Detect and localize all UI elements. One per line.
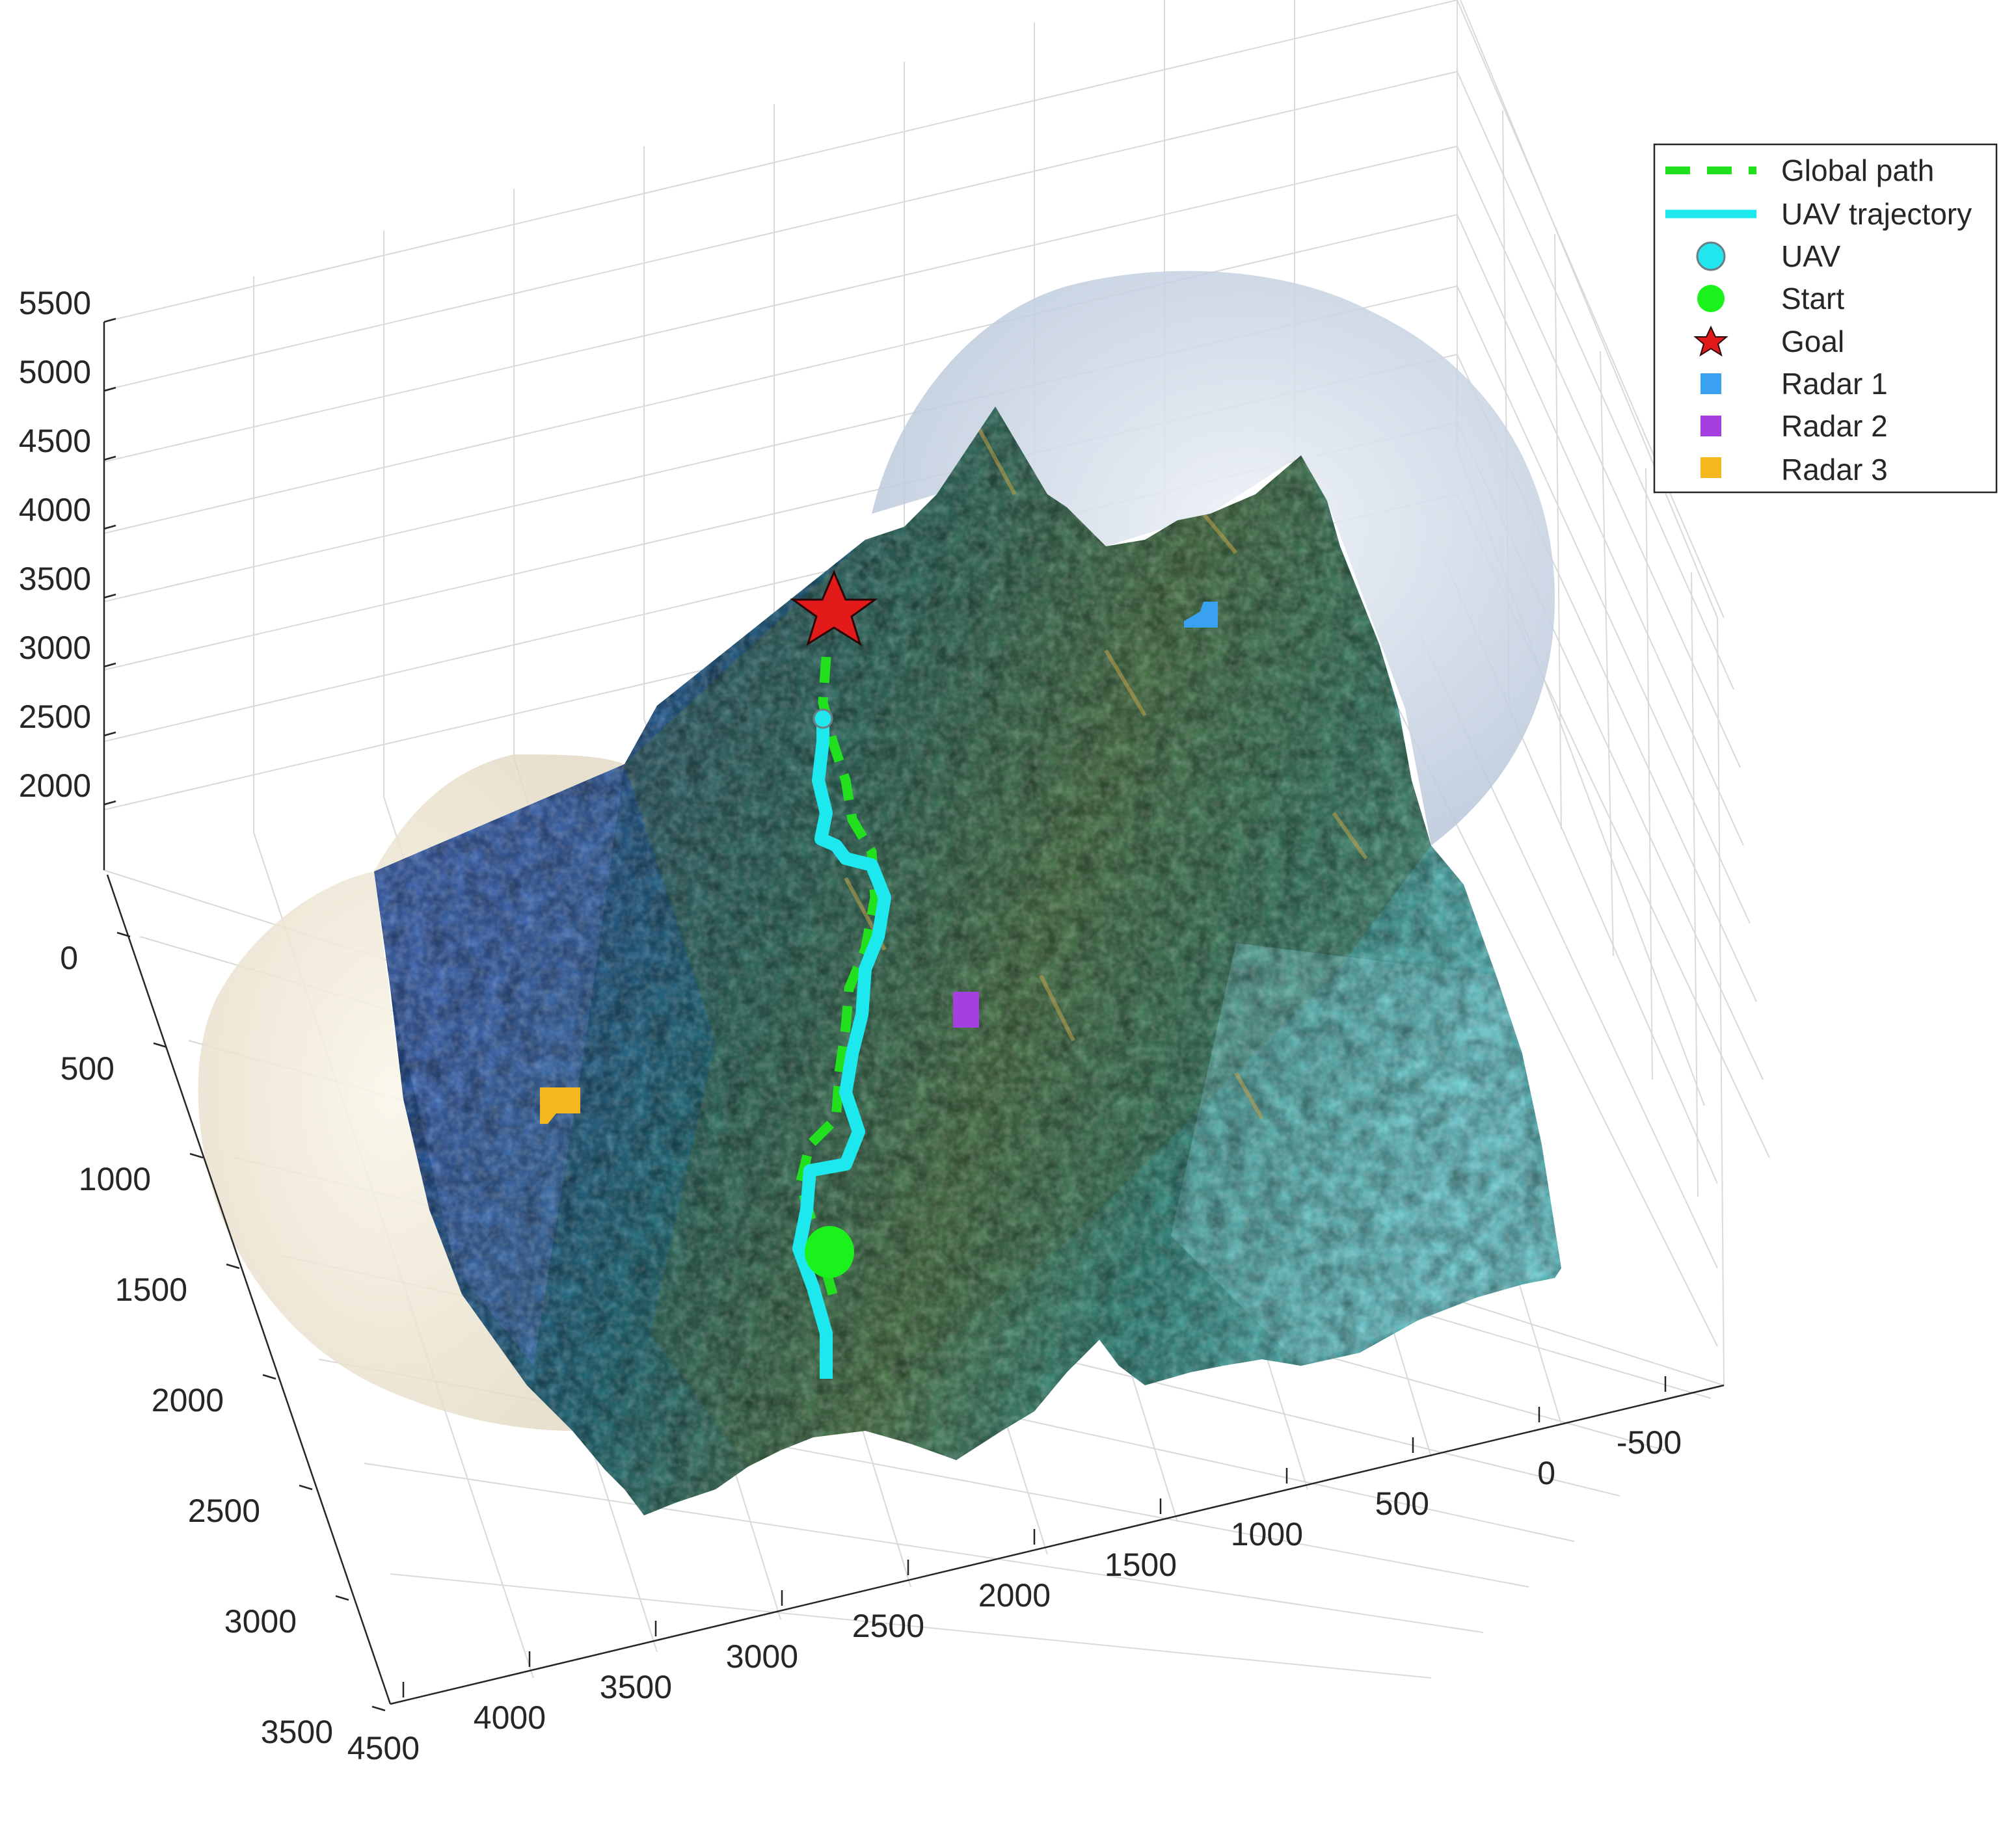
plot-3d: 55005000450040003500300025002000 0500100… bbox=[19, 0, 1998, 1766]
legend-radar-2-swatch bbox=[1700, 416, 1721, 436]
legend-radar-3-swatch bbox=[1700, 457, 1721, 478]
y-axis-tick-label: 1000 bbox=[79, 1161, 151, 1197]
legend-uav-swatch bbox=[1696, 241, 1726, 271]
y-axis-tick-label: 500 bbox=[60, 1050, 114, 1087]
legend-uav-label: UAV bbox=[1781, 239, 1840, 273]
x-axis-tick-label: 1000 bbox=[1231, 1516, 1303, 1552]
x-axis-tick-label: 4000 bbox=[474, 1699, 546, 1736]
z-axis-tick-label: 4500 bbox=[19, 423, 91, 459]
z-axis-tick-label: 3500 bbox=[19, 561, 91, 597]
y-axis-tick-label: 3500 bbox=[261, 1714, 333, 1750]
z-axis-tick-label: 3000 bbox=[19, 630, 91, 666]
radar-2-marker bbox=[953, 992, 979, 1028]
legend-start-label: Start bbox=[1781, 282, 1844, 315]
x-axis-tick-label: 500 bbox=[1375, 1485, 1429, 1522]
x-axis-tick-label: 3500 bbox=[600, 1669, 672, 1705]
z-axis-tick-label: 5000 bbox=[19, 354, 91, 390]
x-axis-tick-label: 0 bbox=[1537, 1455, 1555, 1491]
z-axis-tick-mark bbox=[103, 593, 116, 599]
y-axis-tick-label: 1500 bbox=[115, 1271, 187, 1308]
y-axis-tick-mark bbox=[226, 1263, 240, 1270]
legend: Global path UAV trajectory UAV Start Goa… bbox=[1653, 143, 1998, 494]
y-axis-tick-mark bbox=[335, 1595, 349, 1601]
z-axis-ticks: 5500 5000 4500 4000 3500 3000 2500 2000 bbox=[19, 285, 116, 806]
x-axis-tick-label: 3000 bbox=[726, 1638, 798, 1675]
legend-goal-label: Goal bbox=[1781, 325, 1844, 358]
x-axis-tick-label: 4500 bbox=[347, 1730, 420, 1766]
x-axis-tick-label: 2000 bbox=[978, 1577, 1051, 1614]
start-marker bbox=[805, 1226, 854, 1278]
legend-radar-2-label: Radar 2 bbox=[1781, 409, 1888, 443]
legend-radar-1-swatch bbox=[1700, 373, 1721, 394]
z-axis-tick-label: 4000 bbox=[19, 492, 91, 528]
z-axis-tick-label: 2500 bbox=[19, 699, 91, 735]
y-axis-tick-mark bbox=[189, 1152, 204, 1159]
z-axis-tick-label: 2000 bbox=[19, 767, 91, 804]
y-axis-tick-label: 0 bbox=[60, 940, 78, 976]
legend-start-swatch bbox=[1697, 285, 1725, 312]
y-axis-tick-mark bbox=[262, 1374, 276, 1380]
y-axis-tick-mark bbox=[299, 1484, 313, 1491]
legend-radar-1-label: Radar 1 bbox=[1781, 367, 1888, 401]
x-axis-ticks: 4500 4000 3500 3000 2500 2000 1500 1000 500 0 -500 bbox=[347, 1376, 1682, 1766]
x-axis-tick-label: -500 bbox=[1617, 1424, 1682, 1461]
z-axis-tick-label: 5500 bbox=[19, 285, 91, 321]
uav-marker bbox=[813, 708, 833, 729]
z-axis-tick-mark bbox=[103, 662, 116, 668]
legend-uav-trajectory-label: UAV trajectory bbox=[1781, 197, 1972, 231]
legend-radar-3-label: Radar 3 bbox=[1781, 453, 1888, 486]
x-axis-tick-label: 1500 bbox=[1105, 1547, 1177, 1583]
y-axis-tick-mark bbox=[371, 1705, 386, 1712]
z-axis-tick-mark bbox=[103, 800, 116, 806]
z-axis-tick-mark bbox=[103, 317, 116, 323]
y-axis-tick-label: 3000 bbox=[224, 1603, 297, 1640]
z-axis-tick-mark bbox=[103, 524, 116, 530]
y-axis-tick-label: 2000 bbox=[152, 1382, 224, 1418]
y-axis-tick-label: 2500 bbox=[188, 1493, 260, 1529]
x-axis-tick-label: 2500 bbox=[852, 1608, 924, 1644]
z-axis-tick-mark bbox=[103, 731, 116, 737]
legend-global-path-label: Global path bbox=[1781, 153, 1934, 187]
